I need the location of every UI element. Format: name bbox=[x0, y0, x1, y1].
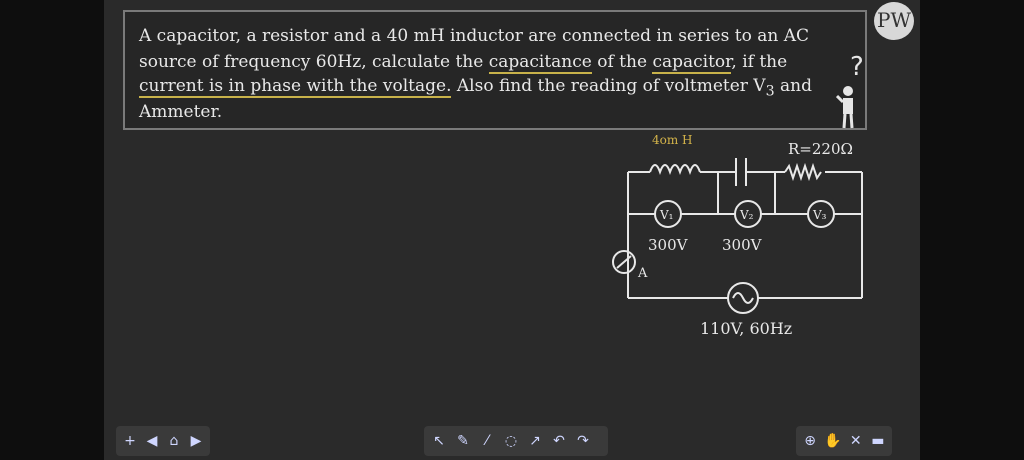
pointer-tool-button[interactable]: ↖ bbox=[430, 433, 448, 449]
view-toolbar: ⊕ ✋ ✕ ▬ bbox=[796, 426, 892, 456]
question-line-2: source of frequency 60Hz, calculate the … bbox=[139, 52, 788, 74]
underlined-phase-text: current is in phase with the voltage. bbox=[139, 76, 452, 98]
inductor-label: 4om H bbox=[652, 133, 693, 147]
tools-button[interactable]: ✕ bbox=[848, 433, 864, 449]
v2-reading: 300V bbox=[722, 236, 763, 254]
subscript: 3 bbox=[765, 83, 775, 100]
v3-label: V₃ bbox=[812, 208, 827, 222]
redo-button[interactable]: ↷ bbox=[574, 433, 592, 449]
underlined-capacitor: capacitor bbox=[652, 52, 732, 74]
v2-label: V₂ bbox=[739, 208, 754, 222]
source-label: 110V, 60Hz bbox=[700, 319, 792, 338]
pen-tool-button[interactable]: ✎ bbox=[454, 433, 472, 449]
question-text: , if the bbox=[731, 52, 788, 72]
zoom-button[interactable]: ⊕ bbox=[802, 433, 818, 449]
v1-label: V₁ bbox=[659, 208, 673, 222]
hand-tool-button[interactable]: ✋ bbox=[824, 433, 841, 449]
prev-page-button[interactable]: ◀ bbox=[144, 433, 160, 449]
page-icon[interactable]: ⌂ bbox=[166, 433, 182, 449]
pw-logo: PW bbox=[874, 2, 914, 40]
next-page-button[interactable]: ▶ bbox=[188, 433, 204, 449]
eraser-tool-button[interactable]: ◌ bbox=[502, 433, 520, 449]
highlighter-tool-button[interactable]: ⁄ bbox=[478, 433, 496, 449]
question-text: and bbox=[774, 76, 812, 96]
shapes-tool-button[interactable]: ↗ bbox=[526, 433, 544, 449]
underlined-capacitance: capacitance bbox=[488, 52, 592, 74]
add-page-button[interactable]: + bbox=[122, 433, 138, 449]
screen-button[interactable]: ▬ bbox=[870, 433, 886, 449]
question-text: of the bbox=[591, 52, 653, 72]
resistor-icon bbox=[784, 162, 822, 182]
inductor-icon bbox=[649, 164, 701, 175]
resistor-label: R=220Ω bbox=[788, 140, 853, 158]
question-box: A capacitor, a resistor and a 40 mH indu… bbox=[123, 10, 867, 130]
question-line-1: A capacitor, a resistor and a 40 mH indu… bbox=[139, 26, 809, 46]
question-line-3: current is in phase with the voltage. Al… bbox=[139, 76, 812, 99]
screen-frame: A capacitor, a resistor and a 40 mH indu… bbox=[0, 0, 1024, 460]
drawing-toolbar: ↖ ✎ ⁄ ◌ ↗ ↶ ↷ bbox=[424, 426, 608, 456]
page-nav-toolbar: + ◀ ⌂ ▶ bbox=[116, 426, 210, 456]
question-line-4: Ammeter. bbox=[139, 102, 223, 122]
question-text: source of frequency 60Hz, calculate the bbox=[139, 52, 489, 72]
undo-button[interactable]: ↶ bbox=[550, 433, 568, 449]
v1-reading: 300V bbox=[648, 236, 689, 254]
question-mark-doodle: ? bbox=[850, 52, 864, 82]
circuit-diagram: 4om H R=220Ω V₁ V₂ V₃ 300V 300V A 110V, … bbox=[612, 133, 863, 338]
ammeter-label: A bbox=[637, 266, 648, 281]
question-text: Also find the reading of voltmeter V bbox=[451, 76, 766, 96]
